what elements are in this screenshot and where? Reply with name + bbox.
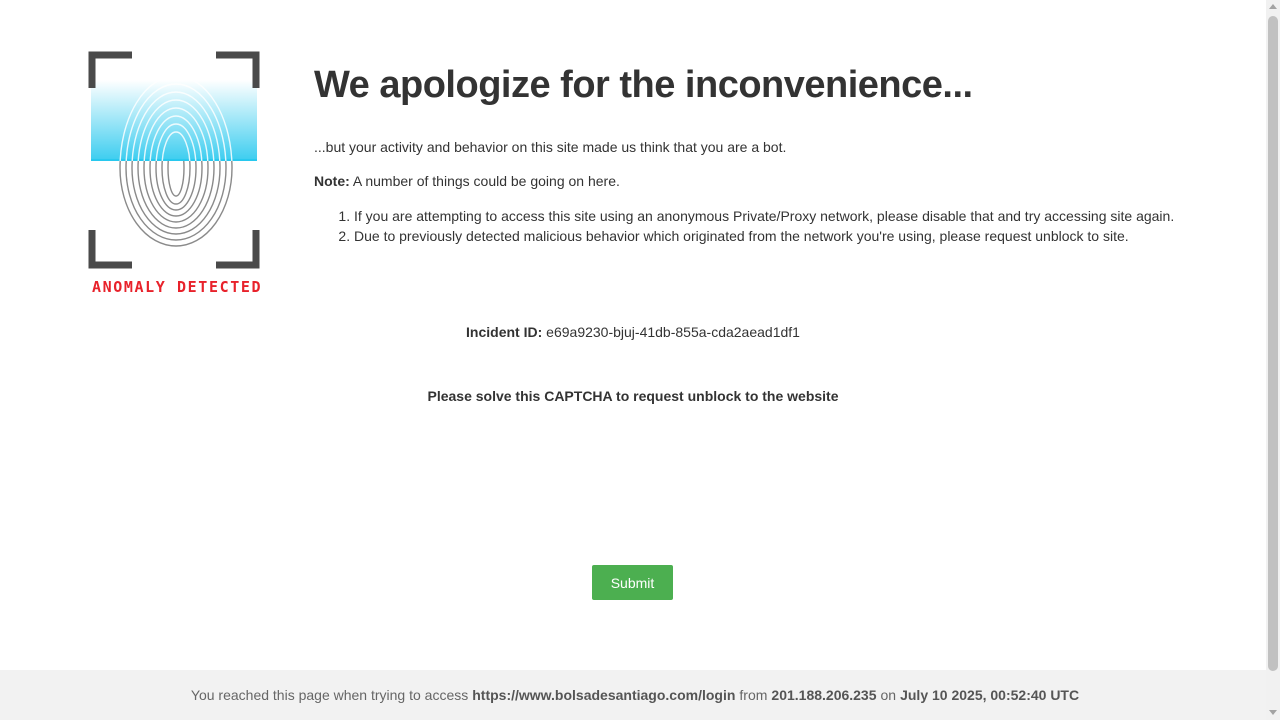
incident-id: Incident ID: e69a9230-bjuj-41db-855a-cda… [0,322,1266,342]
scroll-up-icon[interactable] [1269,4,1277,9]
footer-url: https://www.bolsadesantiago.com/login [472,687,736,703]
note-text: Note: A number of things could be going … [314,172,1214,190]
footer: You reached this page when trying to acc… [0,670,1266,720]
fingerprint-icon [88,51,260,269]
reason-item: If you are attempting to access this sit… [354,206,1214,226]
page: ANOMALY DETECTED We apologize for the in… [0,0,1266,720]
footer-ip: 201.188.206.235 [771,687,877,703]
main-content: We apologize for the inconvenience... ..… [314,62,1214,246]
incident-value: e69a9230-bjuj-41db-855a-cda2aead1df1 [546,324,800,340]
anomaly-caption: ANOMALY DETECTED [92,278,263,296]
footer-prefix: You reached this page when trying to acc… [190,687,469,703]
reasons-list: If you are attempting to access this sit… [314,206,1214,246]
scroll-down-icon[interactable] [1269,710,1277,715]
incident-label: Incident ID: [466,324,543,340]
page-title: We apologize for the inconvenience... [314,64,973,106]
footer-from: from [739,687,768,703]
footer-datetime: July 10 2025, 00:52:40 UTC [900,687,1080,703]
note-body: A number of things could be going on her… [352,173,620,189]
captcha-prompt: Please solve this CAPTCHA to request unb… [427,388,839,404]
reason-item: Due to previously detected malicious beh… [354,226,1214,246]
note-label: Note: [314,173,350,189]
submit-button[interactable]: Submit [592,565,673,600]
intro-text: ...but your activity and behavior on thi… [314,139,787,155]
anomaly-logo: ANOMALY DETECTED [88,50,268,300]
scroll-thumb[interactable] [1268,16,1278,671]
vertical-scrollbar[interactable] [1266,0,1280,720]
footer-on: on [880,687,897,703]
